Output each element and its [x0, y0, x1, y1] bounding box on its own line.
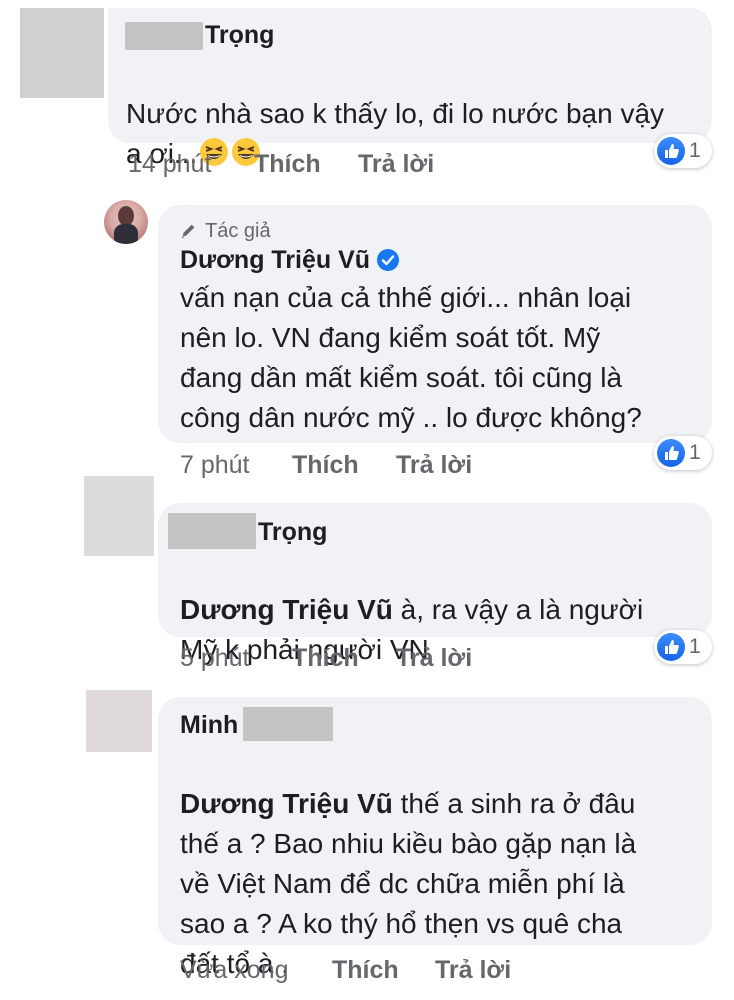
comment-text-line: thế a sinh ra ở đâu	[392, 788, 636, 819]
redacted-name	[125, 22, 203, 50]
mention-link[interactable]: Dương Triệu Vũ	[180, 788, 393, 819]
avatar[interactable]	[84, 476, 154, 556]
mention-link[interactable]: Dương Triệu Vũ	[180, 594, 393, 625]
redacted-name	[168, 513, 256, 549]
like-icon	[657, 137, 685, 165]
reaction-count[interactable]: 1	[654, 436, 712, 470]
redacted-name	[243, 707, 333, 741]
reaction-number: 1	[689, 635, 701, 658]
comment-actions: 7 phút Thích Trả lời	[180, 450, 500, 480]
comment-time[interactable]: Vừa xong	[180, 955, 288, 985]
reply-button[interactable]: Trả lời	[358, 149, 434, 179]
reaction-count[interactable]: 1	[654, 630, 712, 664]
reply-button[interactable]: Trả lời	[396, 450, 472, 480]
reaction-count[interactable]: 1	[654, 134, 712, 168]
reply-button[interactable]: Trả lời	[396, 643, 472, 673]
comment-time[interactable]: 14 phút	[128, 149, 211, 179]
comment-author[interactable]: Dương Triệu Vũ	[180, 245, 370, 275]
like-icon	[657, 439, 685, 467]
like-button[interactable]: Thích	[292, 450, 359, 480]
reaction-number: 1	[689, 441, 701, 464]
author-badge: Tác giả	[205, 220, 271, 242]
like-button[interactable]: Thích	[292, 643, 359, 673]
reply-button[interactable]: Trả lời	[435, 955, 511, 985]
avatar[interactable]	[104, 200, 148, 244]
avatar[interactable]	[86, 690, 152, 752]
comment-actions: 5 phút Thích Trả lời	[180, 643, 500, 673]
comment-text: Dương Triệu Vũ thế a sinh ra ở đâu thế a …	[180, 744, 710, 984]
comment-author[interactable]: Trọng	[205, 20, 274, 50]
avatar[interactable]	[20, 8, 104, 98]
comment-actions: 14 phút Thích Trả lời	[128, 149, 488, 179]
reaction-number: 1	[689, 139, 701, 162]
like-icon	[657, 633, 685, 661]
comment-time[interactable]: 7 phút	[180, 450, 250, 480]
verified-badge-icon	[377, 249, 399, 271]
comment-text-line: à, ra vậy a là người	[392, 594, 644, 625]
comment-author[interactable]: Trọng	[258, 517, 327, 547]
like-button[interactable]: Thích	[254, 149, 321, 179]
comment-time[interactable]: 5 phút	[180, 643, 250, 673]
pencil-icon	[181, 224, 195, 239]
comment-author[interactable]: Minh	[180, 710, 238, 740]
comment-text: vấn nạn của cả thhế giới... nhân loại nê…	[180, 282, 642, 433]
like-button[interactable]: Thích	[332, 955, 399, 985]
comment-actions: Vừa xong Thích Trả lời	[180, 955, 540, 985]
